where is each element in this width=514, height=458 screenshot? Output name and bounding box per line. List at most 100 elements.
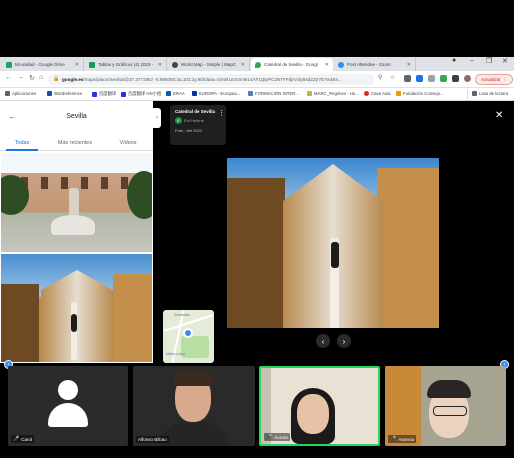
maximize-icon[interactable]: ❐ [486, 57, 492, 65]
bookmark-label: ERAA [173, 91, 185, 96]
fountain [51, 215, 95, 235]
bookmark-europa[interactable]: EUROPA - Europea... [192, 91, 240, 96]
participant-hair [173, 370, 213, 386]
bookmark-label: 百度翻译 HN小组 [128, 91, 162, 96]
photo-date: Foto - feb 2021 [175, 128, 203, 133]
close-icon[interactable]: ✕ [155, 62, 162, 68]
reload-icon[interactable]: ↻ [29, 74, 35, 82]
bookmark-label: MARC_Regimes - Ho... [314, 91, 359, 96]
previous-photo-button[interactable]: ‹ [316, 334, 330, 348]
map-label: Sebastián [174, 313, 190, 317]
url-path: /maps/place/Sevilla/@37.3771957,-5.99609… [83, 77, 342, 82]
participant-name-tag: 🎤 Asensio [388, 435, 417, 443]
tab-mas-recientes[interactable]: Más recientes [52, 140, 98, 146]
next-photo-button[interactable]: › [337, 334, 351, 348]
back-arrow-icon[interactable]: ← [5, 74, 12, 81]
photo-thumbnail-courtyard[interactable] [1, 153, 152, 252]
tab-zoom-attendee[interactable]: Post Attendee - Zoom ✕ [334, 58, 416, 71]
participant-tile-aurora[interactable]: 🎤 Aurora [259, 366, 380, 446]
bookmark-casa-asia[interactable]: Casa Asia [364, 91, 390, 96]
profile-indicator-icon[interactable]: ● [452, 57, 456, 64]
bookmark-wordreference[interactable]: Wordreference [47, 91, 82, 96]
fountain-statue [69, 188, 79, 218]
star-icon[interactable]: ☆ [390, 74, 395, 81]
extension-icon[interactable] [404, 75, 411, 82]
reading-list[interactable]: Lista de lectura [472, 91, 508, 96]
place-name: Catedral de Sevilla [175, 109, 216, 114]
tab-tablas-graficos[interactable]: Tablas y Gráficos (4) 2019 - ✕ [85, 58, 167, 71]
participant-tile-asensio[interactable]: 🎤 Asensio [385, 366, 506, 446]
bookmark-baidu-hn[interactable]: 百度翻译 HN小组 [121, 91, 161, 97]
muted-mic-icon: 🎤 [390, 436, 397, 442]
tab-title: Post Attendee - Zoom [347, 62, 391, 67]
participant-tile-carol[interactable]: 🎤 Carol [8, 366, 128, 446]
bookmark-label: EUROPA - Europea... [199, 91, 241, 96]
baidu-icon [92, 91, 97, 97]
mini-map[interactable]: Sebastián María Luisa [163, 310, 214, 363]
bookmark-label: Fundación Consejo... [403, 91, 444, 96]
update-button[interactable]: Actualizar ⋮ [475, 74, 513, 85]
close-icon[interactable]: ✕ [495, 110, 503, 121]
tab-world-map[interactable]: World Map - Simple | MapC ✕ [168, 58, 250, 71]
background-shelf [385, 366, 421, 446]
globe-icon [172, 61, 178, 68]
extension-icon[interactable] [416, 75, 423, 82]
statue-silhouette [331, 242, 339, 268]
close-icon[interactable]: ✕ [322, 62, 329, 68]
browser-toolbar: ← → ↻ ⌂ 🔒 google.es/maps/place/Sevilla/@… [0, 71, 514, 88]
eu-flag-icon [192, 91, 197, 96]
bookmark-apps[interactable]: Aplicaciones [5, 91, 36, 96]
bookmark-fundacion[interactable]: Fundación Consejo... [396, 91, 444, 96]
tab-videos[interactable]: Vídeos [112, 140, 144, 146]
bookmark-eraa[interactable]: ERAA [166, 91, 185, 96]
bookmark-label: 百度翻译 [99, 91, 117, 96]
tab-title: Catedral de Sevilla - Googl [264, 62, 318, 67]
lock-icon: 🔒 [53, 76, 60, 82]
formacion-icon [248, 91, 253, 96]
avatar[interactable] [464, 75, 471, 82]
bookmark-label: FORMACIÓN INTER... [255, 91, 299, 96]
close-window-icon[interactable]: ✕ [502, 57, 508, 65]
puzzle-icon[interactable] [452, 75, 459, 82]
extension-icon[interactable] [440, 75, 447, 82]
close-icon[interactable]: ✕ [72, 62, 79, 68]
participant-name: Alfonso Bilbao [138, 437, 167, 442]
minimize-icon[interactable]: – [470, 57, 474, 64]
participant-name: Asensio [398, 436, 415, 442]
muted-mic-icon: 🎤 [13, 436, 20, 442]
participant-name: Carol [21, 436, 32, 442]
glasses [433, 406, 467, 416]
bookmark-baidu-fanyi[interactable]: 百度翻译 [92, 91, 116, 97]
tab-catedral-sevilla[interactable]: Catedral de Sevilla - Googl ✕ [251, 58, 333, 71]
close-icon[interactable]: ✕ [404, 62, 411, 68]
default-avatar-body [48, 403, 88, 427]
forward-arrow-icon[interactable]: → [17, 74, 24, 81]
update-label: Actualizar [481, 77, 501, 82]
bookmark-label: Wordreference [54, 91, 83, 96]
tree [127, 171, 152, 219]
participant-shirt [158, 421, 230, 446]
tower-left [1, 284, 39, 362]
extension-icon[interactable] [428, 75, 435, 82]
photo-thumbnail-cathedral[interactable] [1, 254, 152, 362]
collapse-panel-button[interactable]: ‹ [153, 108, 161, 128]
participant-face [297, 394, 329, 434]
tab-title: World Map - Simple | MapC [181, 62, 237, 67]
statue-silhouette [71, 314, 77, 332]
tower-right [113, 274, 152, 362]
participant-tile-alfonso[interactable]: Alfonso Bilbao [133, 366, 255, 446]
muted-mic-icon: 🎤 [266, 434, 273, 440]
key-icon[interactable]: ⚲ [378, 74, 382, 81]
bookmark-formacion[interactable]: FORMACIÓN INTER... [248, 91, 299, 96]
home-icon[interactable]: ⌂ [39, 74, 43, 81]
more-options-icon[interactable]: ⋮ [218, 109, 225, 117]
tab-todas[interactable]: Todas [8, 140, 36, 146]
tab-google-drive[interactable]: Mi unidad - Google Drive ✕ [2, 58, 84, 71]
bookmark-marc[interactable]: MARC_Regimes - Ho... [307, 91, 359, 96]
tower-right [377, 168, 439, 328]
reading-list-icon [472, 91, 477, 96]
photo-author[interactable]: E Enf Hélène [175, 117, 221, 124]
main-photo[interactable] [227, 158, 439, 328]
address-bar[interactable]: 🔒 google.es/maps/place/Sevilla/@37.37719… [48, 74, 374, 85]
close-icon[interactable]: ✕ [238, 62, 245, 68]
